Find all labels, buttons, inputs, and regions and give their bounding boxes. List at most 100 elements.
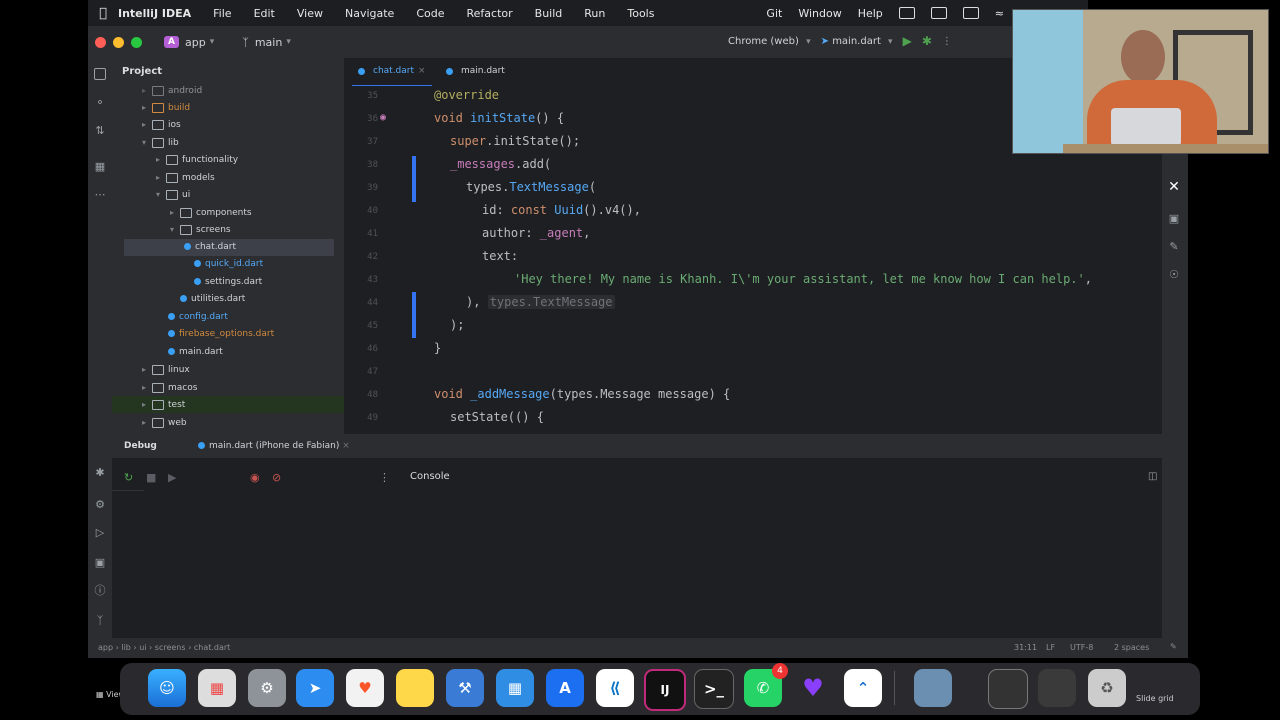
brave-icon[interactable]: ♥ bbox=[346, 669, 384, 707]
project-tool-icon[interactable] bbox=[94, 68, 106, 80]
vscode-icon[interactable]: ⟪ bbox=[596, 669, 634, 707]
tree-item-web[interactable]: ▸ web bbox=[142, 414, 187, 431]
more-icon[interactable]: ⋮ bbox=[942, 36, 952, 47]
debug-label[interactable]: Debug bbox=[124, 441, 157, 451]
xcode-icon[interactable]: ⚒ bbox=[446, 669, 484, 707]
run-config-selector[interactable]: ➤ main.dart ▾ bbox=[821, 36, 893, 47]
structure-icon[interactable]: ▦ bbox=[93, 160, 107, 174]
apple-icon[interactable]:  bbox=[88, 6, 118, 21]
more-tools-icon[interactable]: ⋯ bbox=[93, 188, 107, 202]
terminal-icon[interactable]: ▣ bbox=[93, 556, 107, 570]
menu-app-name[interactable]: IntelliJ IDEA bbox=[118, 7, 191, 20]
breadcrumb-item[interactable]: lib bbox=[121, 643, 131, 652]
tree-item-linux[interactable]: ▸ linux bbox=[142, 361, 190, 378]
rerun-icon[interactable]: ↻ bbox=[124, 471, 133, 484]
debug-tool-icon[interactable]: ✱ bbox=[93, 466, 107, 480]
menu-git[interactable]: Git bbox=[766, 7, 782, 20]
tree-item-ui[interactable]: ▾ ui bbox=[156, 186, 190, 203]
breadcrumb-item[interactable]: ui bbox=[139, 643, 146, 652]
menu-refactor[interactable]: Refactor bbox=[467, 7, 513, 20]
tree-item-macos[interactable]: ▸ macos bbox=[142, 379, 197, 396]
tree-item-lib[interactable]: ▾ lib bbox=[142, 134, 179, 151]
file-encoding[interactable]: UTF-8 bbox=[1070, 643, 1093, 652]
wifi-icon[interactable]: ≈ bbox=[995, 7, 1004, 20]
resume-icon[interactable]: ▶ bbox=[168, 471, 176, 484]
tree-item-chat-dart[interactable]: chat.dart bbox=[124, 239, 334, 256]
menu-file[interactable]: File bbox=[213, 7, 231, 20]
commit-tool-icon[interactable]: ⚬ bbox=[93, 96, 107, 110]
tree-item-components[interactable]: ▸ components bbox=[170, 204, 252, 221]
lock-icon[interactable]: ✎ bbox=[1170, 642, 1177, 651]
change-marker[interactable] bbox=[412, 156, 416, 202]
screenshot-thumbnail[interactable] bbox=[914, 669, 952, 707]
tree-item-test[interactable]: ▸ test bbox=[112, 396, 344, 413]
override-marker-icon[interactable]: ◉ bbox=[380, 112, 386, 123]
project-panel-title[interactable]: Project bbox=[122, 66, 162, 77]
keyboard-layout-icon[interactable] bbox=[930, 7, 947, 19]
notes-icon[interactable] bbox=[396, 669, 434, 707]
menu-help[interactable]: Help bbox=[858, 7, 883, 20]
mute-breakpoints-icon[interactable]: ⊘ bbox=[272, 471, 281, 484]
close-window-button[interactable] bbox=[95, 36, 106, 48]
system-settings-icon[interactable]: ⚙ bbox=[248, 669, 286, 707]
dock-slide-grid-label[interactable]: Slide grid bbox=[1136, 694, 1174, 703]
services-icon[interactable]: ⚙ bbox=[93, 498, 107, 512]
menu-view[interactable]: View bbox=[297, 7, 323, 20]
cursor-position[interactable]: 31:11 bbox=[1014, 643, 1037, 652]
debug-session-tab[interactable]: main.dart (iPhone de Fabian) × bbox=[198, 441, 350, 451]
inspector-icon[interactable]: ☉ bbox=[1167, 268, 1181, 282]
menu-tools[interactable]: Tools bbox=[627, 7, 654, 20]
change-marker[interactable] bbox=[412, 292, 416, 338]
safari-icon[interactable]: ➤ bbox=[296, 669, 334, 707]
tree-item-functionality[interactable]: ▸ functionality bbox=[156, 151, 238, 168]
tree-item-utilities-dart[interactable]: utilities.dart bbox=[180, 291, 245, 308]
console-output[interactable] bbox=[144, 490, 1162, 642]
branch-selector[interactable]: main bbox=[255, 36, 282, 49]
tab-chat-dart[interactable]: chat.dart × bbox=[352, 66, 432, 87]
arc-icon[interactable]: ⌃ bbox=[844, 669, 882, 707]
more-icon[interactable]: ⋮ bbox=[379, 471, 390, 484]
launchpad-icon[interactable]: ▦ bbox=[198, 669, 236, 707]
menu-window[interactable]: Window bbox=[798, 7, 841, 20]
run-icon[interactable]: ▶ bbox=[903, 34, 912, 48]
tree-item-settings-dart[interactable]: settings.dart bbox=[194, 274, 262, 291]
debug-icon[interactable]: ✱ bbox=[922, 34, 932, 48]
breadcrumb-item[interactable]: app bbox=[98, 643, 113, 652]
documents-stack-icon[interactable] bbox=[988, 669, 1028, 709]
obsidian-icon[interactable]: ♥ bbox=[794, 669, 832, 707]
tree-item-ios[interactable]: ▸ ios bbox=[142, 116, 181, 133]
git-icon[interactable]: ᛉ bbox=[93, 614, 107, 628]
close-tab-icon[interactable]: × bbox=[418, 66, 426, 76]
finder-icon[interactable]: ☺ bbox=[148, 669, 186, 707]
tree-item-config-dart[interactable]: config.dart bbox=[168, 309, 228, 326]
layout-icon[interactable]: ◫ bbox=[1148, 471, 1157, 482]
zoom-window-button[interactable] bbox=[131, 36, 142, 48]
close-tab-icon[interactable]: × bbox=[342, 441, 350, 451]
breadcrumb-item[interactable]: chat.dart bbox=[194, 643, 230, 652]
tree-item-android[interactable]: ▸ android bbox=[142, 82, 202, 99]
device-selector[interactable]: Chrome (web) ▾ bbox=[728, 36, 811, 47]
menu-navigate[interactable]: Navigate bbox=[345, 7, 394, 20]
downloads-stack-icon[interactable] bbox=[1038, 669, 1076, 707]
preview-icon[interactable]: ▦ bbox=[496, 669, 534, 707]
tree-item-main-dart[interactable]: main.dart bbox=[168, 344, 223, 361]
breadcrumb-item[interactable]: screens bbox=[155, 643, 186, 652]
intellij-icon[interactable]: IJ bbox=[644, 669, 686, 711]
menu-edit[interactable]: Edit bbox=[254, 7, 275, 20]
close-icon[interactable]: ✕ bbox=[1167, 180, 1181, 194]
pull-request-icon[interactable]: ⇅ bbox=[93, 124, 107, 138]
notifications-icon[interactable]: ▣ bbox=[1167, 212, 1181, 226]
console-tab[interactable]: Console bbox=[410, 471, 450, 482]
app-store-icon[interactable]: A bbox=[546, 669, 584, 707]
line-separator[interactable]: LF bbox=[1046, 643, 1055, 652]
tree-item-firebase-options-dart[interactable]: firebase_options.dart bbox=[168, 326, 274, 343]
menu-run[interactable]: Run bbox=[584, 7, 605, 20]
tree-item-screens[interactable]: ▾ screens bbox=[170, 221, 231, 238]
tree-item-build[interactable]: ▸ build bbox=[142, 99, 190, 116]
indent-setting[interactable]: 2 spaces bbox=[1114, 643, 1149, 652]
trash-icon[interactable]: ♻ bbox=[1088, 669, 1126, 707]
project-selector[interactable]: app bbox=[185, 36, 206, 49]
ai-assistant-icon[interactable]: ✎ bbox=[1167, 240, 1181, 254]
menu-build[interactable]: Build bbox=[535, 7, 563, 20]
breakpoints-icon[interactable]: ◉ bbox=[250, 471, 260, 484]
